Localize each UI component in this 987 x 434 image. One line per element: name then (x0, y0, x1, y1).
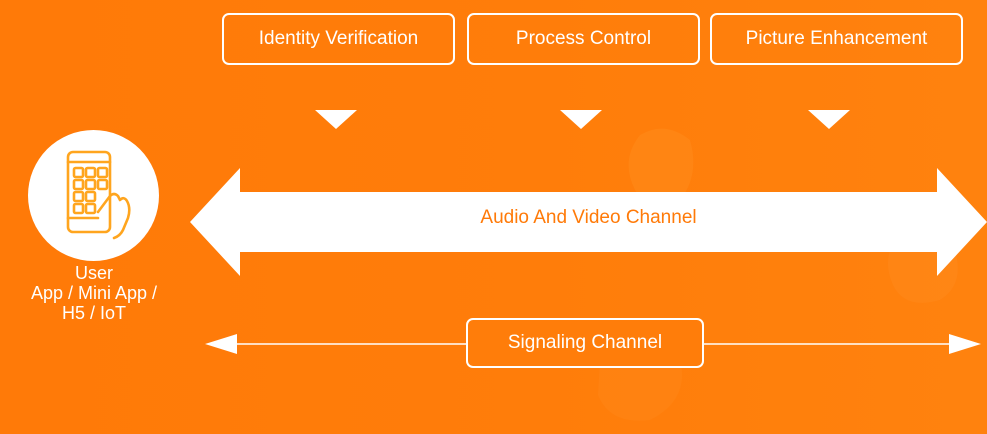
picture-enhancement-box: Picture Enhancement (710, 13, 963, 65)
user-platforms-line1: App / Mini App / (30, 283, 158, 303)
user-label: User App / Mini App / H5 / IoT (0, 263, 188, 323)
user-title: User (74, 263, 113, 283)
identity-verification-down-arrow (315, 110, 357, 129)
identity-verification-label: Identity Verification (258, 28, 419, 49)
signaling-channel-box: Signaling Channel (466, 318, 704, 368)
process-control-down-arrow (560, 110, 602, 129)
process-control-box: Process Control (467, 13, 700, 65)
architecture-diagram: Identity Verification Process Control Pi… (0, 0, 987, 434)
user-icon-circle (28, 130, 159, 261)
picture-enhancement-down-arrow (808, 110, 850, 129)
signaling-channel-label: Signaling Channel (507, 332, 663, 353)
user-platforms-line2: H5 / IoT (61, 303, 127, 323)
audio-video-channel-label: Audio And Video Channel (480, 207, 697, 228)
mobile-phone-hand-icon (66, 150, 131, 240)
process-control-label: Process Control (515, 28, 652, 49)
identity-verification-box: Identity Verification (222, 13, 455, 65)
picture-enhancement-label: Picture Enhancement (745, 28, 928, 49)
